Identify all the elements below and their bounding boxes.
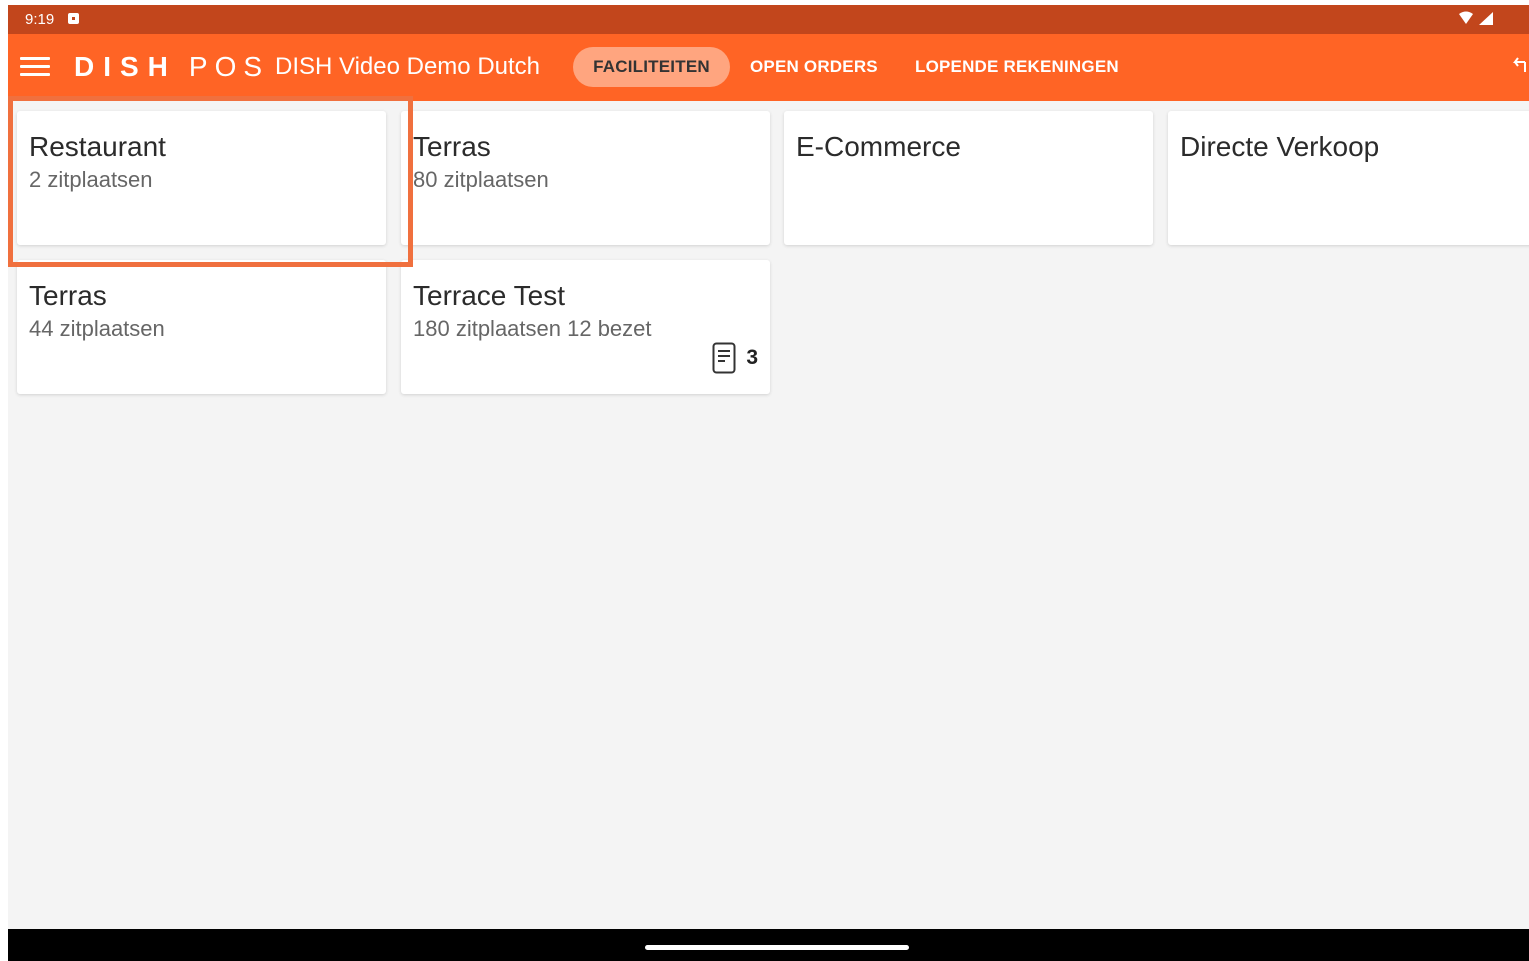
device-screen: 9:19 DISH POS DISH Video Demo Dutch FACI…: [8, 5, 1529, 961]
tab-lopende-rekeningen[interactable]: LOPENDE REKENINGEN: [915, 47, 1119, 87]
tab-faciliteiten[interactable]: FACILITEITEN: [573, 47, 730, 87]
brand-dish: DISH: [74, 51, 177, 82]
brand-pos: POS: [188, 51, 270, 82]
open-orders-indicator: 3: [712, 342, 758, 374]
facility-card-restaurant[interactable]: Restaurant 2 zitplaatsen: [17, 111, 386, 245]
receipt-icon: [712, 342, 736, 374]
status-time: 9:19: [25, 11, 55, 28]
facility-name: Terrace Test: [413, 280, 565, 311]
navigation-bar: [8, 929, 1529, 961]
status-bar: 9:19: [8, 5, 1529, 34]
facility-seats: 80 zitplaatsen: [413, 167, 549, 192]
facility-name: Restaurant: [29, 131, 166, 162]
facility-name: Terras: [413, 131, 491, 162]
notification-icon: [68, 13, 79, 24]
back-arrow-icon[interactable]: [1509, 56, 1529, 78]
hamburger-menu-icon[interactable]: [20, 57, 50, 79]
facility-name: Directe Verkoop: [1180, 131, 1380, 162]
facility-seats: 180 zitplaatsen 12 bezet: [413, 316, 652, 341]
facility-seats: 2 zitplaatsen: [29, 167, 153, 192]
tab-open-orders[interactable]: OPEN ORDERS: [750, 47, 878, 87]
facility-card-terras[interactable]: Terras 80 zitplaatsen: [401, 111, 770, 245]
open-orders-count: 3: [746, 346, 758, 369]
facility-card-terras-2[interactable]: Terras 44 zitplaatsen: [17, 260, 386, 394]
facility-card-e-commerce[interactable]: E-Commerce: [784, 111, 1153, 245]
wifi-signal-icon: [1459, 11, 1493, 25]
facility-seats: 44 zitplaatsen: [29, 316, 165, 341]
brand-logo: DISH POS: [74, 50, 269, 84]
facility-card-directe-verkoop[interactable]: Directe Verkoop: [1168, 111, 1529, 245]
facility-name: E-Commerce: [796, 131, 961, 162]
home-gesture-handle[interactable]: [645, 945, 909, 950]
facility-card-terrace-test[interactable]: Terrace Test 180 zitplaatsen 12 bezet 3: [401, 260, 770, 394]
venue-name[interactable]: DISH Video Demo Dutch: [275, 53, 540, 81]
facility-name: Terras: [29, 280, 107, 311]
app-bar: DISH POS DISH Video Demo Dutch FACILITEI…: [8, 34, 1529, 101]
